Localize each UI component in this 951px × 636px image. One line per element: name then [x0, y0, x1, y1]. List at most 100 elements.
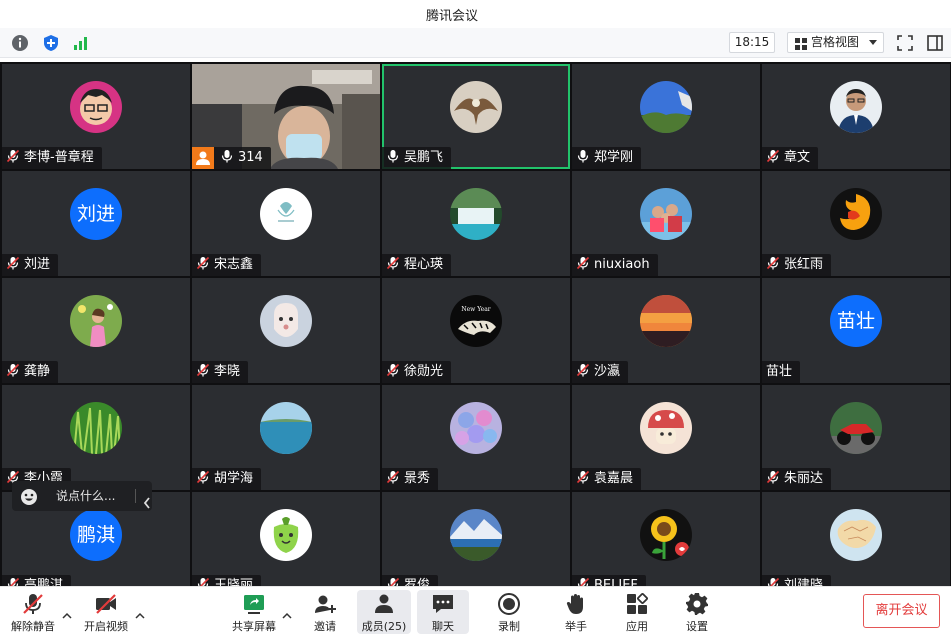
avatar: 刘进	[70, 188, 122, 240]
members-label: 成员(25)	[361, 620, 407, 633]
title-bar: 腾讯会议	[0, 0, 951, 28]
participant-tile[interactable]: 朱丽达	[762, 385, 950, 490]
muted-mic-icon	[766, 577, 780, 586]
raise-hand-button[interactable]: 举手	[556, 587, 596, 636]
muted-mic-icon	[386, 363, 400, 377]
participant-tile[interactable]: 苗壮 苗壮	[762, 278, 950, 383]
participant-name: 罗俊	[404, 578, 431, 586]
participant-tile[interactable]: 王晓丽	[192, 492, 380, 586]
participant-name: 苗壮	[766, 364, 793, 379]
participant-tile[interactable]: 景秀	[382, 385, 570, 490]
fullscreen-icon[interactable]	[896, 34, 914, 52]
participant-name: 高鹏淇	[24, 578, 64, 586]
chevron-up-icon[interactable]	[135, 605, 145, 619]
participant-name: 程心瑛	[404, 257, 444, 272]
participant-name-bar: 景秀	[382, 468, 439, 490]
participant-name: 郑学刚	[594, 150, 634, 165]
participant-tile[interactable]: niuxiaoh	[572, 171, 760, 276]
muted-mic-icon	[6, 256, 20, 270]
share-screen-button[interactable]: 共享屏幕	[228, 587, 280, 636]
participant-name: 刘进	[24, 257, 51, 272]
participant-name: 袁嘉晨	[594, 471, 634, 486]
participant-name: 沙瀛	[594, 364, 621, 379]
participant-tile[interactable]: 罗俊	[382, 492, 570, 586]
chevron-up-icon[interactable]	[62, 605, 72, 619]
muted-mic-icon	[386, 256, 400, 270]
security-shield-icon[interactable]	[42, 34, 60, 52]
mic-icon	[220, 149, 234, 163]
participant-tile[interactable]: BELIEF	[572, 492, 760, 586]
participant-tile[interactable]: New Year 徐勋光	[382, 278, 570, 383]
settings-button[interactable]: 设置	[677, 587, 717, 636]
apps-button[interactable]: 应用	[617, 587, 657, 636]
participant-name-bar: 郑学刚	[572, 147, 642, 169]
avatar: New Year	[450, 295, 502, 347]
mic-icon	[576, 149, 590, 163]
participant-tile[interactable]: 张红雨	[762, 171, 950, 276]
emoji-icon[interactable]	[20, 487, 38, 505]
muted-mic-icon	[576, 577, 590, 586]
members-button[interactable]: 成员(25)	[357, 590, 411, 634]
muted-mic-icon	[6, 577, 20, 586]
avatar	[640, 402, 692, 454]
hand-icon	[564, 592, 588, 616]
participant-name-bar: 龚静	[2, 361, 59, 383]
participant-tile[interactable]: 李小霞	[2, 385, 190, 490]
chat-quick-input[interactable]: 说点什么...	[12, 481, 152, 511]
avatar	[830, 509, 882, 561]
participant-tile[interactable]: 龚静	[2, 278, 190, 383]
avatar	[830, 81, 882, 133]
participant-tile[interactable]: 沙瀛	[572, 278, 760, 383]
participant-name: 李晓	[214, 364, 241, 379]
apps-grid-icon	[625, 592, 649, 616]
participant-name: 景秀	[404, 471, 431, 486]
participant-tile[interactable]: 袁嘉晨	[572, 385, 760, 490]
participant-tile[interactable]: 章文	[762, 64, 950, 169]
participant-tile[interactable]: 郑学刚	[572, 64, 760, 169]
view-mode-dropdown[interactable]: 宫格视图	[787, 32, 884, 53]
participant-name: 胡学海	[214, 471, 254, 486]
chevron-up-icon[interactable]	[282, 605, 292, 619]
participant-tile[interactable]: 314	[192, 64, 380, 169]
participant-name: BELIEF	[594, 578, 638, 586]
participant-name-bar: 314	[192, 147, 271, 169]
meeting-window: 腾讯会议 18:15 宫格视图 李博-普章程 314 吴鹏飞 郑学刚 章文 刘进 刘进 宋志鑫…	[0, 0, 951, 636]
gear-icon	[685, 592, 709, 616]
chevron-left-icon[interactable]	[143, 490, 151, 509]
info-icon[interactable]	[11, 34, 29, 52]
participant-name: 徐勋光	[404, 364, 444, 379]
participant-tile[interactable]: 李博-普章程	[2, 64, 190, 169]
participant-tile[interactable]: 刘进 刘进	[2, 171, 190, 276]
chevron-down-icon	[869, 40, 877, 45]
participant-tile[interactable]: 李晓	[192, 278, 380, 383]
participant-tile[interactable]: 刘建晓	[762, 492, 950, 586]
participant-name-bar: 程心瑛	[382, 254, 452, 276]
record-button[interactable]: 录制	[489, 587, 529, 636]
participant-tile[interactable]: 吴鹏飞	[382, 64, 570, 169]
participant-name-bar: 章文	[762, 147, 819, 169]
start-video-button[interactable]: 开启视频	[80, 587, 132, 636]
invite-button[interactable]: 邀请	[305, 587, 345, 636]
participant-name: niuxiaoh	[594, 257, 650, 272]
chat-button[interactable]: 聊天	[417, 590, 469, 634]
participant-name-bar: 朱丽达	[762, 468, 832, 490]
avatar	[450, 188, 502, 240]
leave-meeting-button[interactable]: 离开会议	[863, 594, 940, 628]
participant-tile[interactable]: 胡学海	[192, 385, 380, 490]
avatar	[70, 402, 122, 454]
participant-tile[interactable]: 宋志鑫	[192, 171, 380, 276]
participant-tile[interactable]: 程心瑛	[382, 171, 570, 276]
members-icon	[372, 592, 396, 616]
add-user-icon	[313, 592, 337, 616]
network-signal-icon[interactable]	[72, 34, 90, 52]
grid-view-icon	[795, 37, 807, 50]
chat-placeholder: 说点什么...	[56, 489, 116, 503]
unmute-button[interactable]: 解除静音	[8, 587, 58, 636]
invite-label: 邀请	[314, 620, 336, 633]
avatar	[70, 81, 122, 133]
participant-name-bar: 袁嘉晨	[572, 468, 642, 490]
avatar	[640, 81, 692, 133]
avatar	[70, 295, 122, 347]
chat-bubble-icon	[431, 592, 455, 616]
sidebar-toggle-icon[interactable]	[926, 34, 944, 52]
